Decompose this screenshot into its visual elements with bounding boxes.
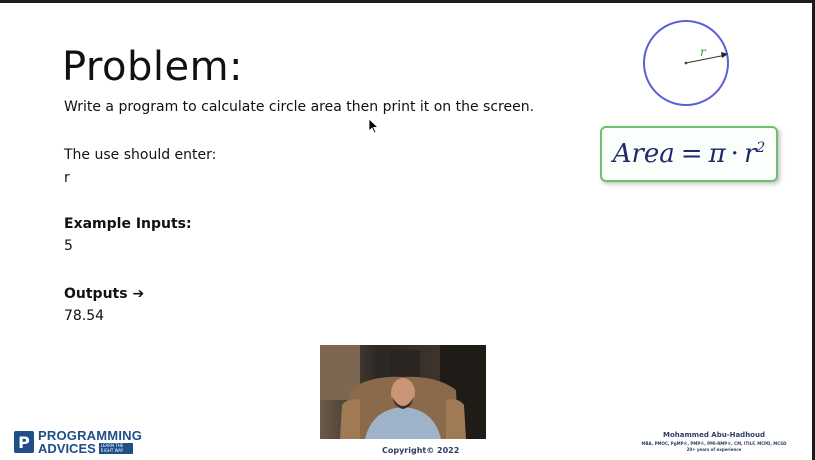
radius-label: r (700, 45, 707, 59)
slide-title: Problem: (62, 44, 244, 90)
problem-description: Write a program to calculate circle area… (64, 99, 535, 115)
formula-r: r (743, 139, 757, 169)
logo-tagline: LEARN THE RIGHT WAY (98, 443, 133, 454)
formula-dot: · (730, 139, 739, 169)
area-formula: Area = π · r2 (600, 126, 778, 182)
presenter-video (320, 345, 486, 439)
logo-line2: ADVICES (38, 441, 96, 456)
example-inputs-label: Example Inputs: (64, 216, 192, 232)
copyright-text: Copyright© 2022 (382, 446, 460, 455)
circle-diagram: r (640, 20, 734, 110)
formula-equals: = (680, 139, 703, 169)
window-top-edge (0, 0, 815, 3)
presenter-video-image (320, 345, 486, 439)
programming-advices-logo: P PROGRAMMING ADVICES LEARN THE RIGHT WA… (14, 429, 142, 455)
mouse-cursor-icon (368, 118, 380, 134)
author-credentials: MBA, PMOC, PgMP®, PMP®, PMI-RMP®, CM, IT… (641, 441, 787, 446)
logo-p-icon: P (14, 431, 34, 453)
formula-exponent: 2 (756, 140, 766, 156)
enter-label: The use should enter: (64, 147, 217, 163)
example-inputs-value: 5 (64, 238, 73, 254)
author-info: Mohammed Abu-Hadhoud MBA, PMOC, PgMP®, P… (629, 431, 799, 452)
formula-lhs: Area (612, 139, 675, 169)
author-experience: 20+ years of experience (686, 447, 742, 452)
outputs-value: 78.54 (64, 308, 105, 324)
outputs-label: Outputs ➔ (64, 286, 145, 302)
circle-radius-icon: r (643, 20, 729, 106)
author-name: Mohammed Abu-Hadhoud (663, 431, 765, 439)
formula-pi: π (708, 139, 726, 169)
enter-value: r (64, 170, 70, 186)
